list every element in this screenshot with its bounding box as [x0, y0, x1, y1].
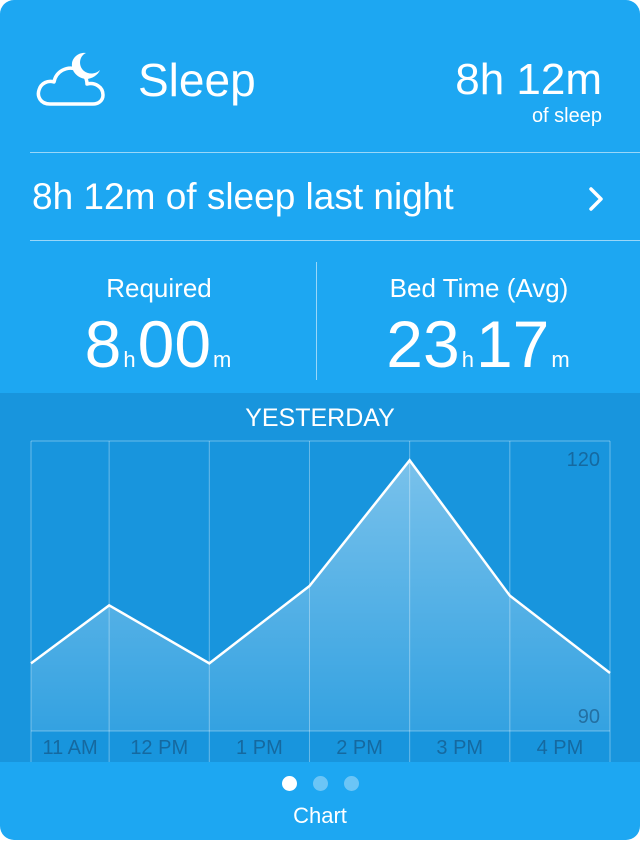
required-hours: 8 [84, 307, 122, 381]
page-dots [0, 776, 640, 791]
x-tick-label: 3 PM [436, 737, 483, 759]
chart-title: YESTERDAY [245, 404, 395, 432]
y-tick-label: 120 [567, 449, 600, 471]
bedtime-stat: Bed Time (Avg) 23h17m [320, 262, 638, 382]
page-dot[interactable] [281, 776, 297, 791]
sleep-chart: 120 90 11 AM 12 PM 1 PM 2 PM 3 PM 4 PM [30, 440, 611, 762]
chart-area [31, 460, 610, 731]
bedtime-label: Bed Time (Avg) [389, 273, 569, 303]
required-value: 8h00m [0, 306, 318, 382]
total-sleep-value: 8h 12m [455, 55, 602, 104]
required-label: Required [106, 273, 212, 303]
pager-label: Chart [293, 803, 347, 828]
x-tick-label: 11 AM [42, 737, 97, 759]
x-tick-label: 12 PM [130, 737, 188, 759]
summary-text: 8h 12m of sleep last night [32, 176, 454, 217]
x-tick-label: 4 PM [537, 737, 584, 759]
x-tick-label: 1 PM [236, 737, 283, 759]
sleep-card: Sleep 8h 12m of sleep 8h 12m of sleep la… [0, 0, 640, 840]
app-title: Sleep [138, 54, 256, 106]
y-tick-label: 90 [578, 706, 600, 728]
chevron-right-icon [589, 187, 603, 211]
bedtime-minutes-unit: m [551, 347, 570, 372]
bedtime-minutes: 17 [475, 307, 550, 381]
required-minutes-unit: m [213, 347, 232, 372]
header: Sleep 8h 12m of sleep [0, 0, 640, 152]
total-sleep-caption: of sleep [531, 105, 602, 127]
x-tick-label: 2 PM [336, 737, 383, 759]
chart-panel: 120 90 11 AM 12 PM 1 PM 2 PM 3 PM 4 PM YESTERDA… [0, 393, 640, 762]
last-night-summary-row[interactable]: 8h 12m of sleep last night [0, 153, 640, 240]
divider-bottom [30, 240, 640, 241]
required-stat: Required 8h00m [0, 262, 318, 382]
required-minutes: 00 [137, 307, 212, 381]
page-dot[interactable] [312, 776, 328, 791]
bedtime-hours: 23 [386, 307, 460, 381]
bedtime-hours-unit: h [461, 347, 474, 372]
bedtime-value: 23h17m [320, 306, 638, 382]
required-hours-unit: h [123, 347, 136, 372]
page-dot[interactable] [343, 776, 359, 791]
cloud-moon-icon [36, 52, 105, 106]
page-indicator: Chart [0, 762, 640, 840]
stats-divider [316, 262, 317, 380]
